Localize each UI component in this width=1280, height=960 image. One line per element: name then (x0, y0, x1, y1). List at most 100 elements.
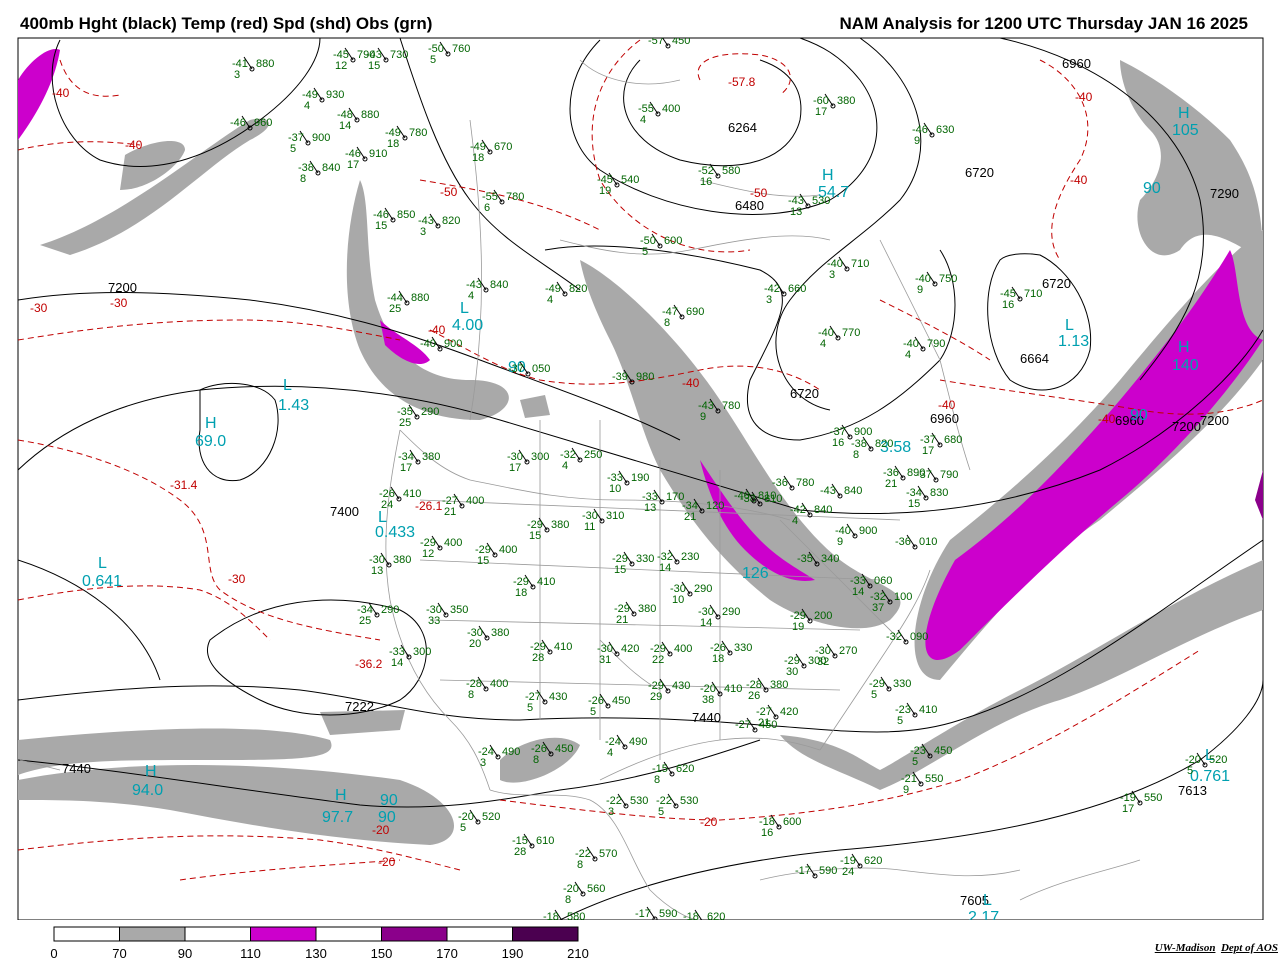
obs-dewpoint-depression: 16 (761, 827, 773, 839)
temperature-label: -40 (1098, 412, 1116, 426)
obs-height: 010 (919, 536, 937, 548)
speed-extremum-label: H (1178, 339, 1190, 356)
obs-height: 820 (24, 0, 42, 3)
speed-extremum-label: 69.0 (195, 433, 226, 450)
obs-dewpoint-depression: 31 (599, 654, 611, 666)
legend-swatch (512, 926, 579, 942)
obs-dewpoint-depression: 12 (335, 60, 347, 72)
obs-dewpoint-depression: 13 (371, 565, 383, 577)
speed-extremum-label: 2.17 (968, 909, 999, 920)
obs-height: 380 (638, 603, 656, 615)
speed-extremum-label: 90 (380, 792, 398, 809)
obs-height: 570 (599, 848, 617, 860)
height-label: 7613 (1178, 783, 1207, 798)
height-label: 7200 (1200, 413, 1229, 428)
obs-height: 520 (482, 811, 500, 823)
speed-extremum-label: 0.433 (375, 524, 415, 541)
speed-extremum-label: 4.00 (452, 317, 483, 334)
obs-dewpoint-depression: 3 (608, 806, 614, 818)
obs-dewpoint-depression: 4 (607, 747, 613, 759)
speed-extremum-label: 1.43 (278, 397, 309, 414)
obs-height: 780 (506, 191, 524, 203)
obs-temperature: -35 (797, 553, 813, 565)
obs-height: 430 (672, 680, 690, 692)
height-label: 7400 (330, 504, 359, 519)
obs-height: 550 (925, 773, 943, 785)
obs-dewpoint-depression: 5 (527, 702, 533, 714)
obs-height: 980 (636, 371, 654, 383)
obs-dewpoint-depression: 5 (658, 806, 664, 818)
obs-dewpoint-depression: 24 (842, 866, 854, 878)
obs-dewpoint-depression: 8 (300, 173, 306, 185)
speed-extremum-label: L (98, 555, 107, 572)
obs-dewpoint-depression: 20 (469, 638, 481, 650)
obs-dewpoint-depression: 4 (905, 349, 911, 361)
obs-height: 600 (664, 235, 682, 247)
obs-height: 730 (390, 49, 408, 61)
obs-temperature: -57 (648, 35, 664, 47)
obs-height: 300 (413, 646, 431, 658)
obs-temperature: -40 (734, 490, 750, 502)
speed-extremum-label: 90 (1130, 407, 1148, 424)
obs-height: 620 (864, 855, 882, 867)
temperature-label: -36.2 (355, 657, 383, 671)
legend-swatch (250, 926, 317, 942)
obs-dewpoint-depression: 15 (529, 530, 541, 542)
height-label: 6264 (728, 120, 757, 135)
obs-height: 830 (930, 487, 948, 499)
obs-height: 400 (466, 495, 484, 507)
obs-height: 540 (621, 174, 639, 186)
legend-swatch (315, 926, 382, 942)
obs-height: 690 (686, 306, 704, 318)
height-label: 6720 (1042, 276, 1071, 291)
obs-height: 840 (490, 279, 508, 291)
obs-height: 410 (919, 704, 937, 716)
obs-height: 900 (859, 525, 877, 537)
obs-height: 200 (814, 610, 832, 622)
obs-height: 450 (759, 719, 777, 731)
obs-dewpoint-depression: 28 (514, 846, 526, 858)
obs-height: 710 (851, 258, 869, 270)
obs-height: 310 (606, 510, 624, 522)
height-label: 6720 (965, 165, 994, 180)
obs-dewpoint-depression: 10 (672, 594, 684, 606)
obs-dewpoint-depression: 9 (903, 784, 909, 796)
obs-dewpoint-depression: 5 (871, 689, 877, 701)
obs-dewpoint-depression: 4 (640, 114, 646, 126)
obs-height: 120 (706, 500, 724, 512)
obs-height: 450 (612, 695, 630, 707)
obs-dewpoint-depression: 25 (399, 417, 411, 429)
obs-height: 590 (819, 865, 837, 877)
obs-height: 490 (629, 736, 647, 748)
obs-dewpoint-depression: 9 (917, 284, 923, 296)
height-label: 6480 (735, 198, 764, 213)
credit-department: Dept of AOS (1220, 942, 1278, 954)
height-label: 6720 (790, 386, 819, 401)
obs-temperature: -27 (735, 719, 751, 731)
temperature-label: -57.8 (728, 75, 756, 89)
temperature-label: -30 (228, 572, 246, 586)
legend-swatch (184, 926, 251, 942)
obs-temperature: -43 (820, 485, 836, 497)
obs-dewpoint-depression: 9 (837, 536, 843, 548)
obs-height: 530 (812, 195, 830, 207)
obs-height: 380 (837, 95, 855, 107)
height-label: 7440 (692, 710, 721, 725)
obs-height: 250 (584, 449, 602, 461)
temperature-label: -40 (125, 138, 143, 152)
obs-height: 840 (814, 504, 832, 516)
obs-dewpoint-depression: 3 (234, 69, 240, 81)
obs-height: 430 (549, 691, 567, 703)
obs-height: 450 (555, 743, 573, 755)
obs-height: 400 (490, 678, 508, 690)
speed-extremum-label: 94.0 (132, 782, 163, 799)
obs-dewpoint-depression: 5 (912, 756, 918, 768)
obs-height: 840 (322, 162, 340, 174)
obs-height: 350 (450, 604, 468, 616)
obs-dewpoint-depression: 5 (642, 246, 648, 258)
speed-legend: 0 70 90 110 130 150 170 190 210 (50, 926, 589, 960)
obs-height: 930 (326, 89, 344, 101)
speed-extremum-label: H (145, 763, 157, 780)
obs-dewpoint-depression: 4 (562, 460, 568, 472)
speed-extremum-label: H (822, 167, 834, 184)
